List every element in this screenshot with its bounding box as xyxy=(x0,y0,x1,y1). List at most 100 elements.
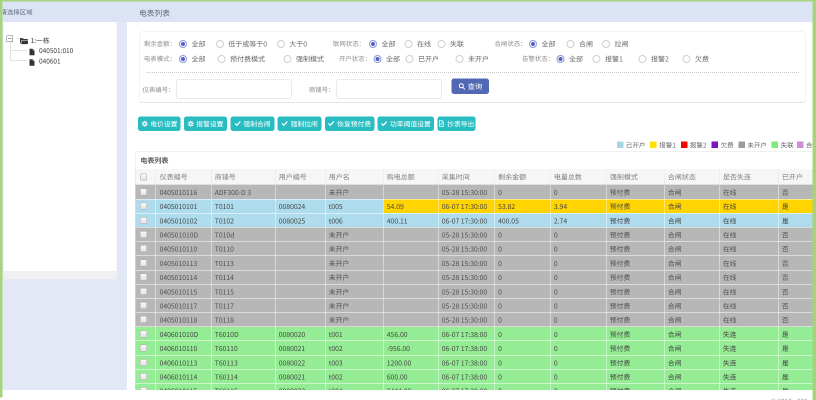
toolbar-button[interactable]: 报警设置 xyxy=(183,116,227,131)
column-header[interactable]: 已开户 xyxy=(778,169,812,185)
radio-option[interactable]: 大于0 xyxy=(276,39,307,49)
table-row[interactable]: 0406010113 T60113 0080022 t003 1200.00 0… xyxy=(135,355,813,370)
meter-no-input[interactable] xyxy=(175,79,292,99)
radio-unselected-icon[interactable] xyxy=(455,55,464,64)
query-button[interactable]: 查询 xyxy=(451,78,489,94)
table-row[interactable]: 0405010117 T0117 未开户 05-28 15:30:00 0 0 … xyxy=(135,298,813,313)
radio-option[interactable]: 报警1 xyxy=(592,54,623,64)
row-checkbox[interactable] xyxy=(139,330,147,338)
row-checkbox[interactable] xyxy=(139,358,147,366)
column-header[interactable]: 商铺号 xyxy=(211,169,276,185)
radio-option[interactable]: 强制模式 xyxy=(283,54,324,64)
radio-option[interactable]: 预付费模式 xyxy=(217,54,265,64)
row-checkbox[interactable] xyxy=(139,202,147,210)
radio-selected-icon[interactable] xyxy=(556,55,565,64)
radio-option[interactable]: 全部 xyxy=(178,39,205,49)
radio-option-label: 未开户 xyxy=(467,54,489,65)
toolbar-button[interactable]: 功率阈值设置 xyxy=(377,116,435,131)
table-row[interactable]: 0405010110 T0110 未开户 05-28 15:30:00 0 0 … xyxy=(135,241,813,257)
radio-option[interactable]: 欠费 xyxy=(682,54,709,64)
column-header[interactable]: 采集时间 xyxy=(438,169,495,185)
row-checkbox[interactable] xyxy=(139,245,147,253)
radio-option[interactable]: 全部 xyxy=(528,39,555,49)
table-row[interactable]: 0405010115 T0115 未开户 05-28 15:30:00 0 0 … xyxy=(135,284,813,299)
radio-option[interactable]: 全部 xyxy=(368,39,395,49)
radio-unselected-icon[interactable] xyxy=(215,39,224,48)
table-cell xyxy=(275,241,326,256)
radio-selected-icon[interactable] xyxy=(178,39,187,48)
radio-option[interactable]: 未开户 xyxy=(455,54,489,64)
radio-unselected-icon[interactable] xyxy=(682,55,691,64)
tree-collapse-toggle[interactable] xyxy=(6,35,14,42)
tree-node-child[interactable]: 040601 xyxy=(39,56,61,66)
row-checkbox[interactable] xyxy=(139,216,147,224)
radio-option[interactable]: 全部 xyxy=(556,54,583,64)
toolbar-button[interactable]: 抄表导出 xyxy=(437,116,476,131)
radio-selected-icon[interactable] xyxy=(528,39,537,48)
radio-selected-icon[interactable] xyxy=(178,55,187,64)
column-header[interactable]: 用户名 xyxy=(325,169,384,185)
toolbar-button[interactable]: 强制合闸 xyxy=(230,116,275,131)
column-header[interactable]: 强制模式 xyxy=(606,169,665,185)
row-checkbox[interactable] xyxy=(139,259,147,267)
radio-unselected-icon[interactable] xyxy=(437,39,446,48)
row-checkbox[interactable] xyxy=(139,273,147,281)
table-row[interactable]: 0406010110 T60110 0080021 t002 -956.00 0… xyxy=(135,341,813,356)
column-header[interactable]: 合闸状态 xyxy=(664,169,720,185)
table-row[interactable]: 0406010115 T60115 0080023 t004 2444.00 0… xyxy=(135,383,813,390)
shop-no-input[interactable] xyxy=(336,79,442,99)
radio-option[interactable]: 已开户 xyxy=(405,54,439,64)
radio-selected-icon[interactable] xyxy=(373,55,382,64)
column-header[interactable]: 电量总数 xyxy=(550,169,607,185)
table-row[interactable]: 040601010D T6010D 0080020 t001 456.00 06… xyxy=(135,327,813,342)
column-header[interactable]: 用户编号 xyxy=(275,169,326,185)
table-cell: 0 xyxy=(495,241,551,256)
table-row[interactable]: 040501010D T010d 未开户 05-28 15:30:00 0 0 … xyxy=(135,227,813,242)
table-row[interactable]: 0405010101 T0101 0080024 t005 54.09 06-0… xyxy=(135,199,813,214)
table-row[interactable]: 0405010114 T0114 未开户 05-28 15:30:00 0 0 … xyxy=(135,270,813,285)
table-row[interactable]: 0405010113 T0113 未开户 05-28 15:30:00 0 0 … xyxy=(135,256,813,271)
radio-option[interactable]: 在线 xyxy=(404,39,431,49)
column-header[interactable]: 剩余金额 xyxy=(495,169,551,185)
row-checkbox[interactable] xyxy=(139,387,147,390)
radio-unselected-icon[interactable] xyxy=(283,55,292,64)
table-row[interactable]: 0406010114 T60114 0080021 t002 600.00 06… xyxy=(135,369,813,384)
radio-unselected-icon[interactable] xyxy=(276,39,285,48)
radio-unselected-icon[interactable] xyxy=(404,39,413,48)
column-header[interactable]: 仪表编号 xyxy=(156,169,212,185)
radio-unselected-icon[interactable] xyxy=(405,55,414,64)
radio-option[interactable]: 合闸 xyxy=(566,39,593,49)
table-row[interactable]: 0405010116 ADF300-D 3 未开户 05-28 15:30:00… xyxy=(135,185,813,200)
column-header[interactable]: 是否失连 xyxy=(719,169,779,185)
row-checkbox[interactable] xyxy=(139,316,147,324)
tree-node-child[interactable]: 040501:010 xyxy=(39,46,73,56)
radio-option[interactable]: 低于或等于0 xyxy=(215,39,267,49)
row-checkbox[interactable] xyxy=(139,188,147,196)
radio-unselected-icon[interactable] xyxy=(566,39,575,48)
radio-option[interactable]: 拉闸 xyxy=(601,39,628,49)
table-row[interactable]: 0405010102 T0102 0080025 t006 400.11 06-… xyxy=(135,213,813,228)
column-header[interactable]: 购电总额 xyxy=(383,169,439,185)
radio-option[interactable]: 全部 xyxy=(178,54,205,64)
row-checkbox[interactable] xyxy=(139,344,147,352)
toolbar-button[interactable]: 恢复预付费 xyxy=(324,116,375,131)
radio-option[interactable]: 报警2 xyxy=(638,54,669,64)
radio-unselected-icon[interactable] xyxy=(217,55,226,64)
row-checkbox[interactable] xyxy=(139,372,147,380)
row-checkbox[interactable] xyxy=(139,231,147,239)
radio-option[interactable]: 失联 xyxy=(437,39,464,49)
tree-hscrollbar[interactable] xyxy=(3,271,117,279)
toolbar-button[interactable]: 电价设置 xyxy=(138,116,181,131)
select-all-checkbox[interactable] xyxy=(139,173,147,181)
row-checkbox[interactable] xyxy=(139,287,147,295)
table-cell: T0101 xyxy=(211,199,276,213)
table-row[interactable]: 0405010118 T0118 未开户 05-28 15:30:00 0 0 … xyxy=(135,312,813,328)
toolbar-button[interactable]: 强制拉闸 xyxy=(277,116,322,131)
radio-selected-icon[interactable] xyxy=(368,39,377,48)
radio-unselected-icon[interactable] xyxy=(601,39,610,48)
tree-node-root[interactable]: 1:一栋 xyxy=(31,35,50,45)
radio-unselected-icon[interactable] xyxy=(638,55,647,64)
row-checkbox[interactable] xyxy=(139,302,147,309)
radio-unselected-icon[interactable] xyxy=(592,55,601,64)
radio-option[interactable]: 全部 xyxy=(373,54,400,64)
